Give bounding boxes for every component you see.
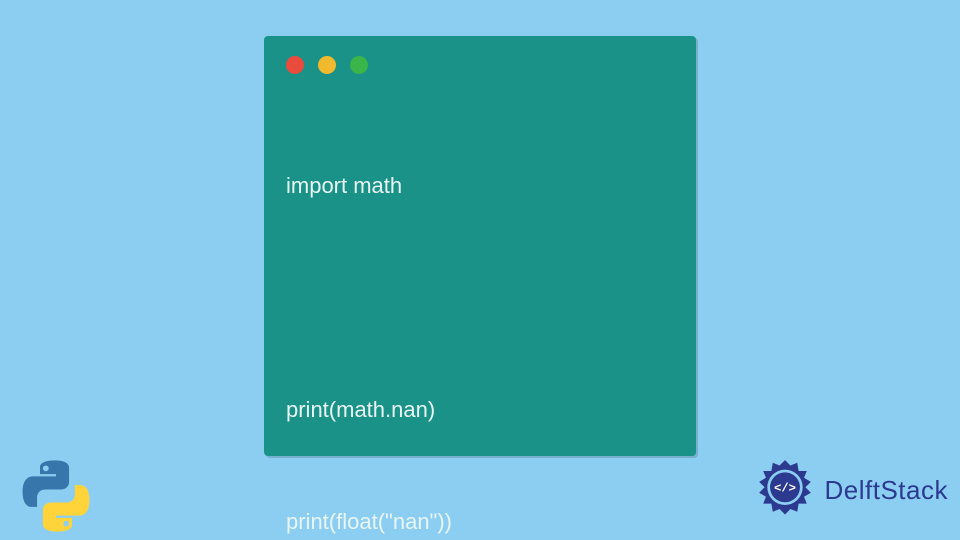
maximize-icon xyxy=(350,56,368,74)
code-window: import math print(math.nan) print(float(… xyxy=(264,36,696,456)
code-line: print(math.nan) xyxy=(286,391,674,428)
code-line: print(float("nan")) xyxy=(286,503,674,540)
window-controls xyxy=(264,36,696,84)
svg-text:</>: </> xyxy=(773,481,795,495)
code-line: import math xyxy=(286,167,674,204)
close-icon xyxy=(286,56,304,74)
code-line xyxy=(286,279,674,316)
minimize-icon xyxy=(318,56,336,74)
delftstack-branding: </> DelftStack xyxy=(751,456,949,524)
brand-name: DelftStack xyxy=(825,475,949,506)
delftstack-logo-icon: </> xyxy=(751,456,819,524)
python-logo-icon xyxy=(16,456,96,536)
code-body: import math print(math.nan) print(float(… xyxy=(264,84,696,540)
